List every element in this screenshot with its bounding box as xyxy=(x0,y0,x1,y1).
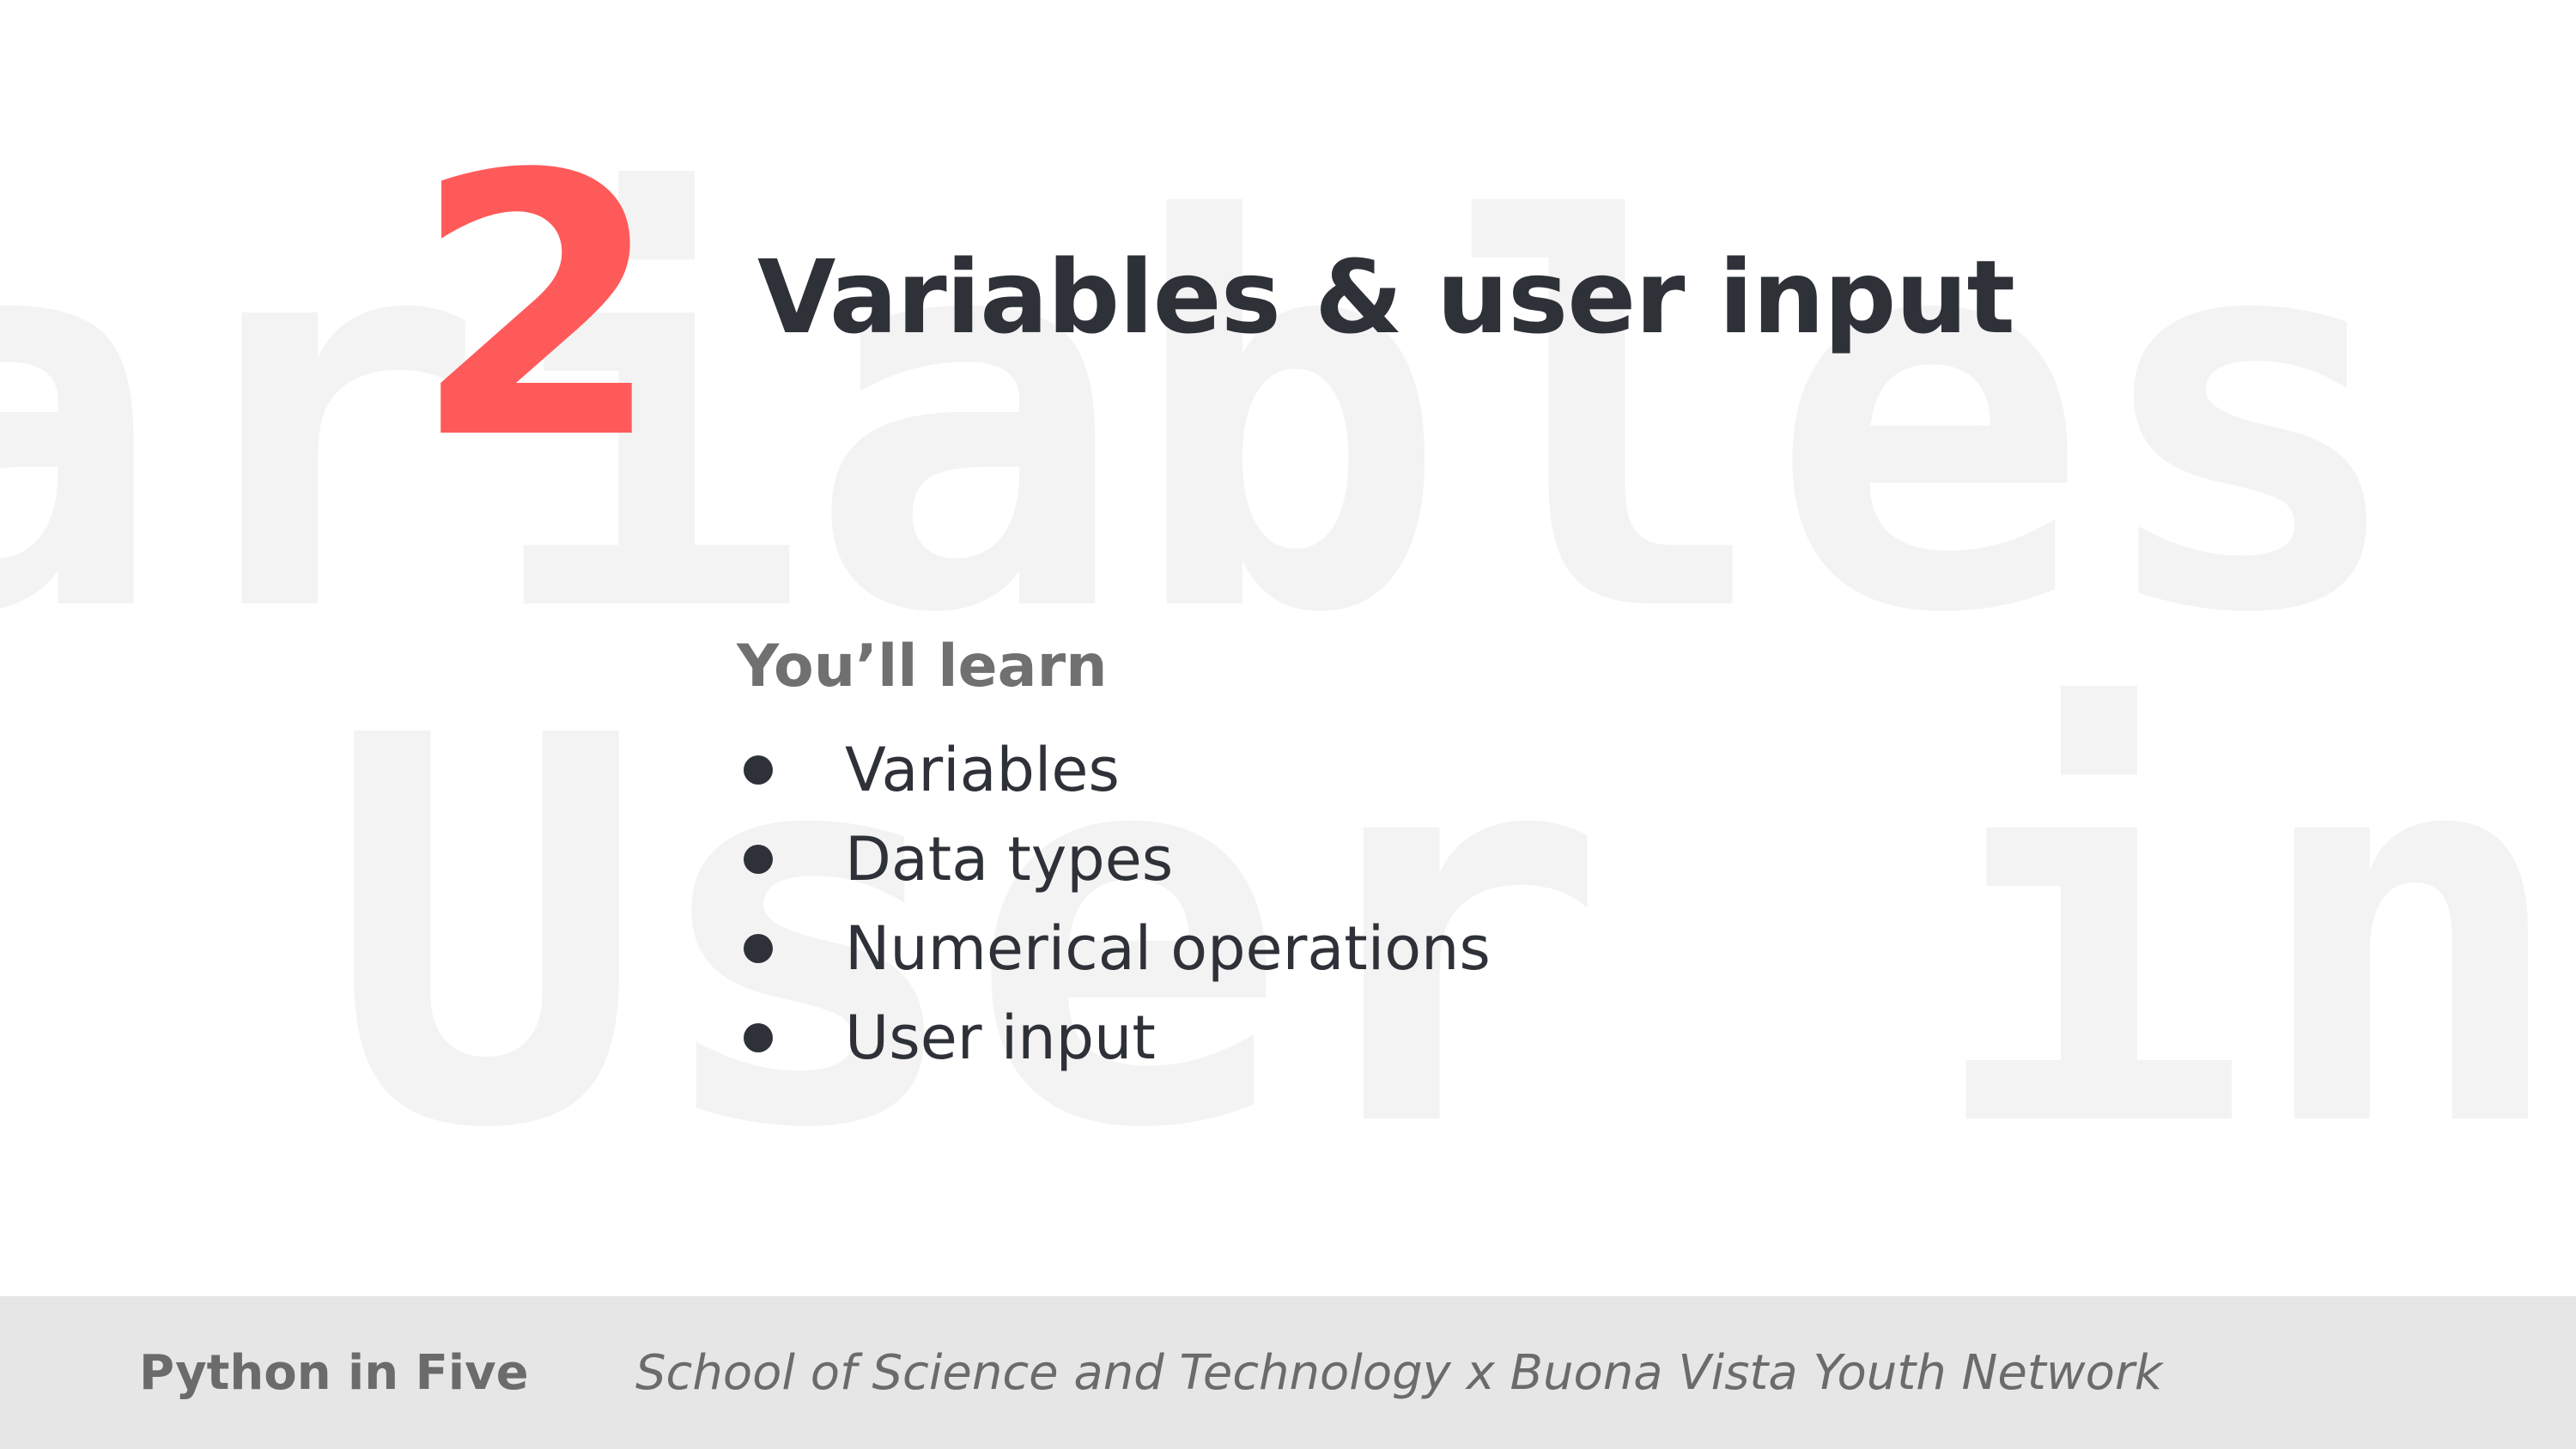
list-item: Variables xyxy=(737,725,1491,815)
bullet-icon xyxy=(744,755,773,785)
learn-heading: You’ll learn xyxy=(737,633,1108,700)
slide: ariables User inp 2 Variables & user inp… xyxy=(0,0,2576,1449)
background-watermark-line-1: ariables xyxy=(0,111,2410,730)
learn-list: Variables Data types Numerical operation… xyxy=(737,725,1491,1082)
footer-brand: Python in Five xyxy=(139,1344,529,1401)
chapter-number: 2 xyxy=(412,99,664,518)
list-item-label: Data types xyxy=(845,824,1174,894)
list-item: User input xyxy=(737,993,1491,1082)
list-item: Data types xyxy=(737,815,1491,904)
bullet-icon xyxy=(744,845,773,874)
footer-credit: School of Science and Technology x Buona… xyxy=(635,1344,2163,1401)
bullet-icon xyxy=(744,1023,773,1052)
chapter-title: Variables & user input xyxy=(757,238,2015,356)
list-item-label: User input xyxy=(845,1003,1156,1073)
list-item: Numerical operations xyxy=(737,904,1491,993)
list-item-label: Variables xyxy=(845,735,1120,805)
bullet-icon xyxy=(744,934,773,963)
list-item-label: Numerical operations xyxy=(845,913,1491,984)
footer-bar: Python in Five School of Science and Tec… xyxy=(0,1296,2576,1449)
